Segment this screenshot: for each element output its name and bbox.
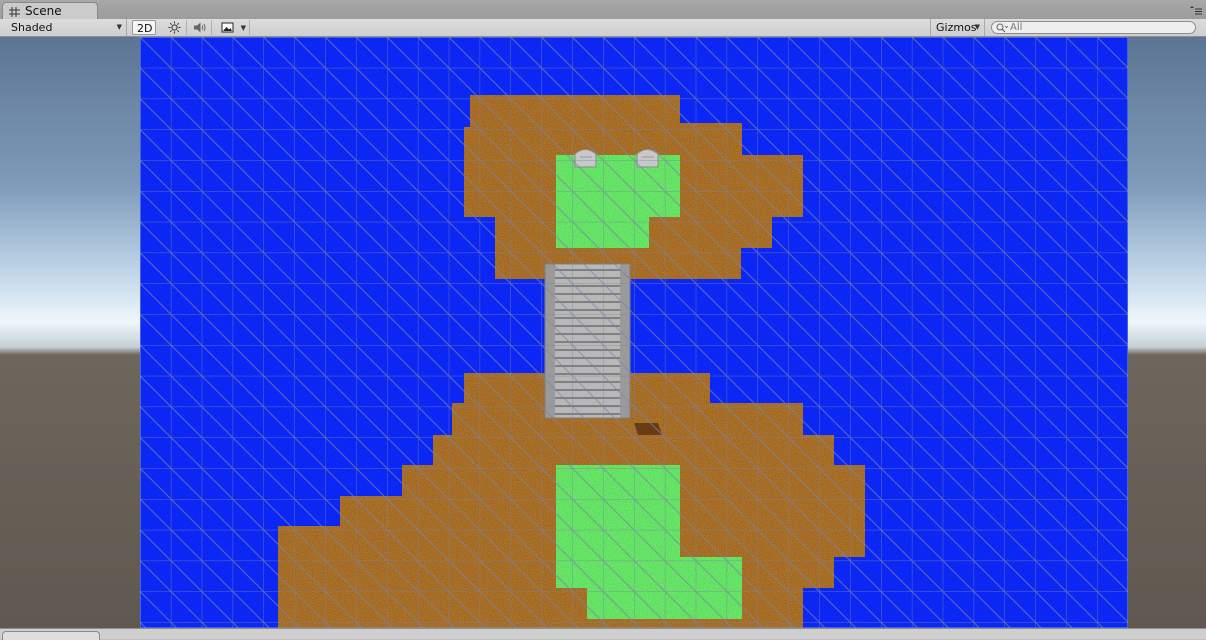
scene-toolbar: Shaded ▼ 2D ▼ Gizmos ▼ (0, 19, 1206, 37)
scene-grid-icon (9, 7, 20, 17)
2d-mode-toggle[interactable]: 2D (132, 20, 156, 35)
tilemap-canvas[interactable] (140, 37, 1128, 628)
sun-icon (168, 21, 181, 34)
tab-scene-label: Scene (25, 4, 62, 18)
chevron-down-icon: ▼ (240, 24, 246, 32)
audio-toggle[interactable] (188, 20, 212, 35)
effects-dropdown[interactable]: ▼ (216, 20, 250, 35)
panel-menu-icon[interactable] (1190, 6, 1202, 16)
window-tab-strip: Scene (0, 0, 1206, 19)
bottom-panel-strip (0, 628, 1206, 640)
tab-scene[interactable]: Scene (2, 2, 98, 19)
search-input[interactable] (1010, 22, 1190, 33)
image-icon (221, 22, 234, 33)
bottom-panel-tab[interactable] (2, 631, 100, 640)
search-icon (996, 23, 1008, 33)
scene-viewport[interactable] (0, 37, 1206, 638)
hierarchy-search[interactable] (991, 21, 1196, 34)
draw-mode-dropdown[interactable]: Shaded ▼ (0, 19, 127, 36)
chevron-down-icon: ▼ (116, 23, 122, 31)
chevron-down-icon: ▼ (974, 23, 980, 31)
lighting-toggle[interactable] (163, 20, 187, 35)
2d-mode-label: 2D (137, 22, 153, 35)
gizmos-dropdown[interactable]: Gizmos ▼ (930, 19, 985, 36)
scene-grid-overlay (140, 37, 1128, 628)
gizmos-label: Gizmos (936, 21, 977, 34)
speaker-icon (194, 22, 206, 33)
draw-mode-label: Shaded (11, 21, 53, 34)
